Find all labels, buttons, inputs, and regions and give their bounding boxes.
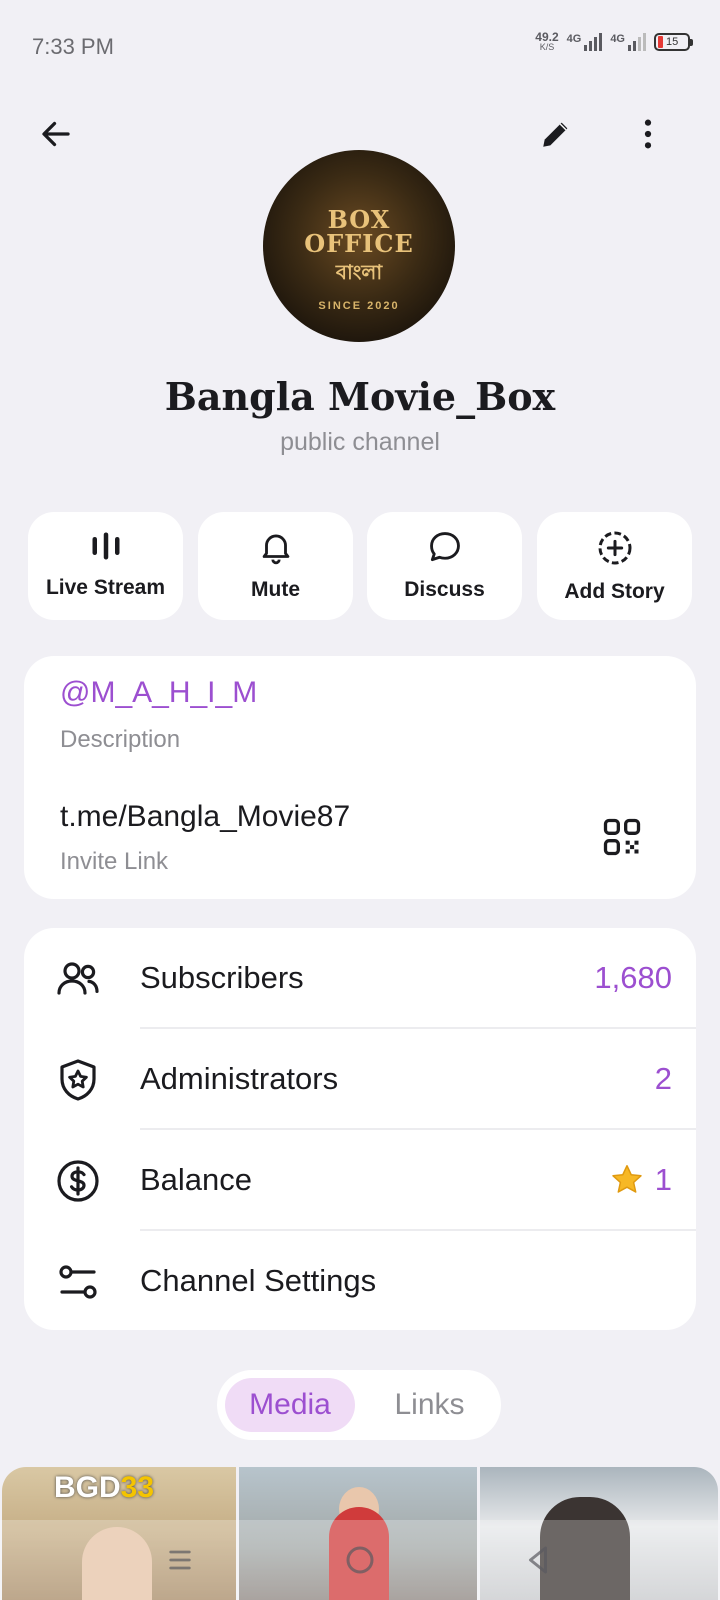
- dollar-circle-icon: [57, 1160, 99, 1202]
- channel-settings-row[interactable]: Channel Settings: [24, 1231, 696, 1332]
- more-vertical-icon: [644, 119, 652, 149]
- channel-avatar[interactable]: BOX OFFICE বাংলা SINCE 2020: [263, 150, 455, 342]
- mute-label: Mute: [251, 578, 300, 601]
- balance-row[interactable]: Balance 1: [24, 1130, 696, 1231]
- edit-button[interactable]: [528, 106, 584, 162]
- status-indicators: 49.2 K/S 4G 4G 15: [535, 30, 693, 52]
- invite-link[interactable]: t.me/Bangla_Movie87: [60, 800, 350, 834]
- system-nav-bar: [0, 1520, 720, 1600]
- shield-star-icon: [60, 1059, 96, 1101]
- live-stream-button[interactable]: Live Stream: [28, 512, 183, 620]
- add-story-button[interactable]: Add Story: [537, 512, 692, 620]
- live-stream-label: Live Stream: [45, 576, 166, 599]
- recent-apps-icon[interactable]: [164, 1542, 196, 1578]
- live-stream-icon: [92, 532, 119, 560]
- channel-title: Bangla Movie_Box: [164, 374, 556, 419]
- administrators-label: Administrators: [140, 1061, 339, 1096]
- invite-link-label: Invite Link: [60, 848, 169, 875]
- qr-code-icon: [603, 818, 641, 856]
- bell-icon: [262, 534, 289, 565]
- discuss-label: Discuss: [404, 578, 485, 601]
- qr-code-button[interactable]: [600, 815, 644, 864]
- subscribers-label: Subscribers: [140, 960, 304, 995]
- discuss-button[interactable]: Discuss: [367, 512, 522, 620]
- signal-icon: 4G: [610, 33, 646, 51]
- channel-username[interactable]: @M_A_H_I_M: [60, 676, 257, 710]
- battery-icon: 15: [654, 33, 693, 51]
- arrow-left-icon: [42, 121, 70, 147]
- back-nav-icon[interactable]: [520, 1542, 556, 1578]
- balance-value-group: 1: [609, 1162, 672, 1198]
- description-label: Description: [60, 726, 181, 753]
- tab-media[interactable]: Media: [225, 1378, 355, 1432]
- sliders-icon: [59, 1265, 97, 1299]
- pencil-icon: [543, 122, 568, 147]
- users-icon: [57, 962, 99, 995]
- channel-subtitle: public channel: [280, 428, 440, 456]
- administrators-row[interactable]: Administrators 2: [24, 1029, 696, 1130]
- more-button[interactable]: [620, 106, 676, 162]
- administrators-count: 2: [654, 1061, 672, 1096]
- add-story-label: Add Story: [564, 580, 665, 603]
- channel-settings-label: Channel Settings: [140, 1263, 377, 1298]
- mute-button[interactable]: Mute: [198, 512, 353, 620]
- back-button[interactable]: [28, 106, 84, 162]
- tab-links[interactable]: Links: [367, 1378, 492, 1432]
- home-icon[interactable]: [342, 1542, 378, 1578]
- chat-bubble-icon: [429, 532, 460, 562]
- subscribers-row[interactable]: Subscribers 1,680: [24, 928, 696, 1029]
- media-tabs: Media Links: [217, 1370, 501, 1440]
- signal-icon: 4G: [567, 33, 603, 51]
- net-speed: 49.2 K/S: [535, 30, 559, 52]
- status-time: 7:33 PM: [32, 34, 114, 59]
- add-story-icon: [598, 531, 631, 565]
- balance-label: Balance: [140, 1162, 253, 1197]
- thumbnail-text: BGD33: [54, 1471, 155, 1504]
- star-icon: [612, 1165, 642, 1193]
- balance-value: 1: [654, 1162, 672, 1197]
- subscribers-count: 1,680: [594, 960, 672, 995]
